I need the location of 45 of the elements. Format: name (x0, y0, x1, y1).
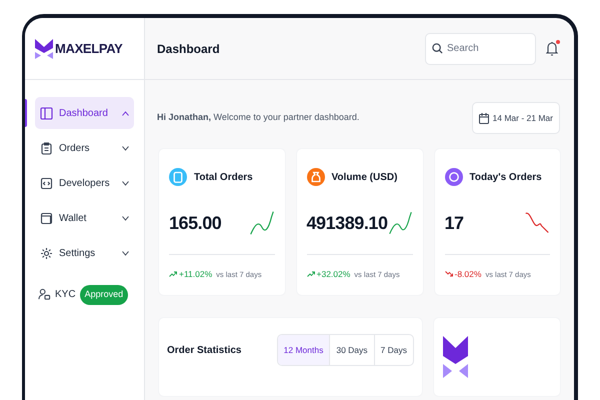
logo-icon (443, 336, 468, 378)
stat-value: 491389.10 (306, 212, 388, 234)
chevron-icon (122, 180, 129, 186)
calendar-icon (478, 112, 489, 124)
change-percent: -8.02% (454, 268, 482, 281)
card-title: Total Orders (194, 170, 253, 184)
chevron-icon (122, 110, 129, 116)
panel-icon (40, 106, 53, 120)
clipboard-icon (40, 142, 53, 154)
card-title: Order Statistics (167, 344, 242, 358)
period-tab[interactable]: 30 Days (329, 335, 374, 365)
chevron-icon (122, 250, 129, 256)
nav-item[interactable]: Settings (35, 237, 134, 269)
bell-icon (546, 40, 558, 56)
brand-name: MAXELPAY (55, 40, 122, 58)
trend-down-icon (444, 271, 452, 278)
wallet-icon (40, 212, 53, 224)
stat-value: 165.00 (169, 212, 222, 234)
chevron-icon (122, 216, 129, 220)
stat-value: 17 (444, 212, 464, 234)
card-title: Volume (USD) (332, 170, 398, 184)
logo-icon (35, 38, 53, 58)
nav-item[interactable]: Developers (35, 167, 134, 199)
card-title: Today's Orders (470, 170, 542, 184)
chevron-icon (122, 146, 129, 150)
date-range-button[interactable]: 14 Mar - 21 Mar (472, 102, 560, 134)
active-indicator (25, 99, 27, 127)
kyc-label: KYC (55, 288, 76, 302)
change-percent: +32.02% (316, 268, 350, 281)
period-tab[interactable]: 7 Days (374, 335, 413, 365)
page-title: Dashboard (157, 40, 220, 58)
change-percent: +11.02% (179, 268, 212, 281)
search-icon (432, 43, 443, 54)
trend-up-icon (306, 271, 314, 278)
greeting-text: Hi Jonathan, Welcome to your partner dashboard. (157, 111, 360, 124)
search-field[interactable]: Search (425, 32, 536, 64)
trend-up-icon (169, 271, 177, 278)
user-check-icon (38, 288, 51, 302)
period-tab[interactable]: 12 Months (278, 335, 330, 365)
notification-button[interactable] (546, 40, 560, 56)
gear-icon (40, 246, 53, 260)
nav-item[interactable]: Wallet (35, 202, 134, 234)
code-icon (40, 176, 53, 190)
nav-item[interactable]: Orders (35, 132, 134, 164)
status-badge: Approved (80, 285, 128, 304)
